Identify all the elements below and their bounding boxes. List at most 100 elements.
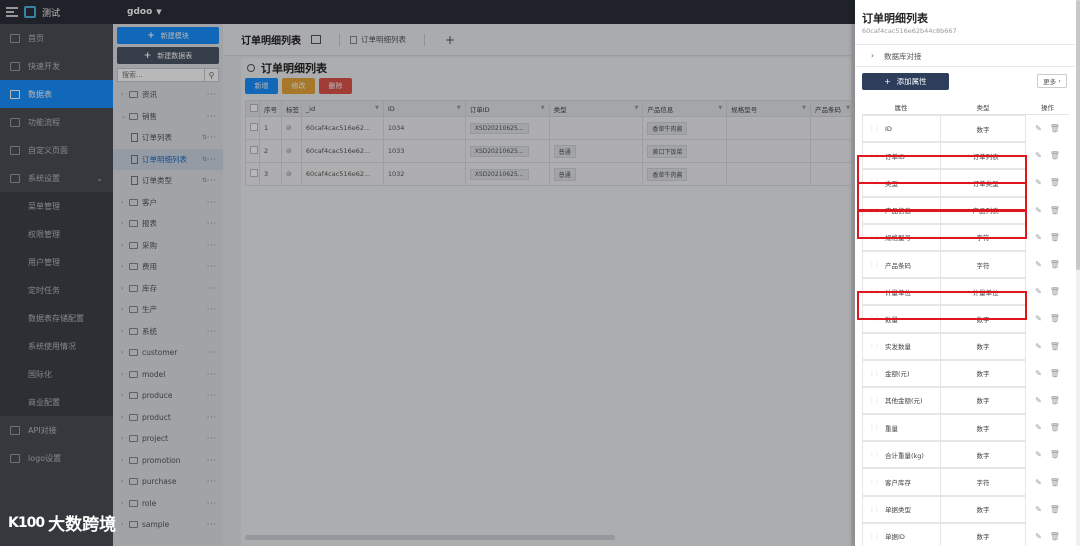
edit-icon[interactable]: ✎	[1035, 396, 1042, 405]
drag-handle-icon[interactable]: ⋮⋮	[869, 451, 880, 458]
drag-handle-icon[interactable]: ⋮⋮	[869, 506, 880, 513]
drag-handle-icon[interactable]: ⋮⋮	[869, 479, 880, 486]
drag-handle-icon[interactable]: ⋮⋮	[869, 261, 880, 268]
trash-icon[interactable]: 🗑	[1050, 396, 1060, 405]
edit-icon[interactable]: ✎	[1035, 450, 1042, 459]
edit-icon[interactable]: ✎	[1035, 124, 1042, 133]
plus-icon: +	[884, 77, 891, 86]
properties-drawer: 订单明细列表 60caf4cac516e62b44c8b667 › 数据库对接 …	[855, 0, 1080, 546]
drawer-title: 订单明细列表	[862, 12, 928, 25]
table-id: 60caf4cac516e62b44c8b667	[862, 27, 957, 35]
property-type: 字符	[940, 223, 1026, 251]
property-row[interactable]: ⋮⋮ 客户库存 字符 ✎ 🗑	[862, 468, 1069, 496]
property-name: ID	[885, 124, 892, 133]
drag-handle-icon[interactable]: ⋮⋮	[869, 152, 880, 159]
drag-handle-icon[interactable]: ⋮⋮	[869, 370, 880, 377]
property-row[interactable]: ⋮⋮ 规格型号 字符 ✎ 🗑	[862, 223, 1069, 251]
property-type: * 产品列表	[940, 196, 1026, 224]
property-row[interactable]: ⋮⋮ ID 数字 ✎ 🗑	[862, 115, 1069, 143]
trash-icon[interactable]: 🗑	[1050, 450, 1060, 459]
drag-handle-icon[interactable]: ⋮⋮	[869, 125, 880, 132]
property-row[interactable]: ⋮⋮ 类型 * 订单类型 ✎ 🗑	[862, 169, 1069, 197]
drag-handle-icon[interactable]: ⋮⋮	[869, 397, 880, 404]
drag-handle-icon[interactable]: ⋮⋮	[869, 179, 880, 186]
more-button[interactable]: 更多 ›	[1037, 74, 1067, 88]
edit-icon[interactable]: ✎	[1035, 233, 1042, 242]
property-row[interactable]: ⋮⋮ 重量 数字 ✎ 🗑	[862, 414, 1069, 442]
property-type: 字符	[940, 250, 1026, 279]
edit-icon[interactable]: ✎	[1035, 532, 1042, 541]
trash-icon[interactable]: 🗑	[1050, 178, 1060, 187]
watermark-logo: K100	[8, 514, 45, 531]
property-name: 规格型号	[885, 234, 911, 243]
add-property-button[interactable]: + 添加属性	[862, 73, 949, 90]
database-link[interactable]: › 数据库对接	[871, 51, 922, 62]
edit-icon[interactable]: ✎	[1035, 178, 1042, 187]
property-type: 数字	[940, 495, 1026, 523]
edit-icon[interactable]: ✎	[1035, 314, 1042, 323]
trash-icon[interactable]: 🗑	[1050, 124, 1060, 133]
watermark: K100 大数跨境	[8, 510, 117, 536]
property-name: 其他金额(元)	[885, 397, 923, 406]
property-type: 字符	[940, 468, 1026, 496]
edit-icon[interactable]: ✎	[1035, 505, 1042, 514]
property-type: 数字	[940, 414, 1026, 442]
trash-icon[interactable]: 🗑	[1050, 260, 1060, 269]
edit-icon[interactable]: ✎	[1035, 478, 1042, 487]
property-type: * 订单列表	[940, 142, 1026, 170]
edit-icon[interactable]: ✎	[1035, 151, 1042, 160]
trash-icon[interactable]: 🗑	[1050, 314, 1060, 323]
trash-icon[interactable]: 🗑	[1050, 532, 1060, 541]
drag-handle-icon[interactable]: ⋮⋮	[869, 207, 880, 214]
edit-icon[interactable]: ✎	[1035, 260, 1042, 269]
property-type: 数字	[940, 441, 1026, 469]
property-row[interactable]: ⋮⋮ 合计重量(kg) 数字 ✎ 🗑	[862, 441, 1069, 469]
property-table-header: 属性 类型 操作	[862, 99, 1069, 115]
edit-icon[interactable]: ✎	[1035, 206, 1042, 215]
edit-icon[interactable]: ✎	[1035, 423, 1042, 432]
trash-icon[interactable]: 🗑	[1050, 287, 1060, 296]
property-name: 产品信息	[885, 207, 911, 216]
property-row[interactable]: ⋮⋮ 产品条码 字符 ✎ 🗑	[862, 250, 1069, 279]
watermark-text: 大数跨境	[48, 515, 117, 535]
property-type: 数字	[940, 332, 1026, 360]
property-row[interactable]: ⋮⋮ 单据类型 数字 ✎ 🗑	[862, 495, 1069, 523]
property-type: 数字	[940, 305, 1026, 333]
property-name: 金额(元)	[885, 370, 910, 379]
property-row[interactable]: ⋮⋮ 单据ID 数字 ✎ 🗑	[862, 522, 1069, 546]
property-type: 数字	[940, 115, 1026, 143]
modal-overlay[interactable]	[0, 0, 855, 546]
property-row[interactable]: ⋮⋮ 数量 数字 ✎ 🗑	[862, 305, 1069, 333]
trash-icon[interactable]: 🗑	[1050, 206, 1060, 215]
trash-icon[interactable]: 🗑	[1050, 505, 1060, 514]
edit-icon[interactable]: ✎	[1035, 369, 1042, 378]
drag-handle-icon[interactable]: ⋮⋮	[869, 288, 880, 295]
property-name: 合计重量(kg)	[885, 451, 924, 460]
drag-handle-icon[interactable]: ⋮⋮	[869, 424, 880, 431]
property-name: 产品条码	[885, 261, 911, 270]
property-row[interactable]: ⋮⋮ 其他金额(元) 数字 ✎ 🗑	[862, 386, 1069, 415]
property-name: 单据类型	[885, 506, 911, 515]
property-name: 单据ID	[885, 533, 905, 542]
trash-icon[interactable]: 🗑	[1050, 342, 1060, 351]
trash-icon[interactable]: 🗑	[1050, 233, 1060, 242]
trash-icon[interactable]: 🗑	[1050, 369, 1060, 378]
trash-icon[interactable]: 🗑	[1050, 423, 1060, 432]
property-row[interactable]: ⋮⋮ 金额(元) 数字 ✎ 🗑	[862, 359, 1069, 387]
property-row[interactable]: ⋮⋮ 计量单位 * 计量单位 ✎ 🗑	[862, 278, 1069, 306]
drawer-scrollbar[interactable]	[1076, 0, 1080, 546]
drag-handle-icon[interactable]: ⋮⋮	[869, 533, 880, 540]
drag-handle-icon[interactable]: ⋮⋮	[869, 234, 880, 241]
property-name: 客户库存	[885, 479, 911, 488]
drag-handle-icon[interactable]: ⋮⋮	[869, 343, 880, 350]
property-row[interactable]: ⋮⋮ 产品信息 * 产品列表 ✎ 🗑	[862, 196, 1069, 224]
trash-icon[interactable]: 🗑	[1050, 478, 1060, 487]
edit-icon[interactable]: ✎	[1035, 287, 1042, 296]
property-row[interactable]: ⋮⋮ 订单ID * 订单列表 ✎ 🗑	[862, 142, 1069, 170]
drag-handle-icon[interactable]: ⋮⋮	[869, 315, 880, 322]
edit-icon[interactable]: ✎	[1035, 342, 1042, 351]
property-row[interactable]: ⋮⋮ 实发数量 数字 ✎ 🗑	[862, 332, 1069, 360]
property-type: 数字	[940, 522, 1026, 546]
trash-icon[interactable]: 🗑	[1050, 151, 1060, 160]
property-name: 类型	[885, 179, 898, 188]
